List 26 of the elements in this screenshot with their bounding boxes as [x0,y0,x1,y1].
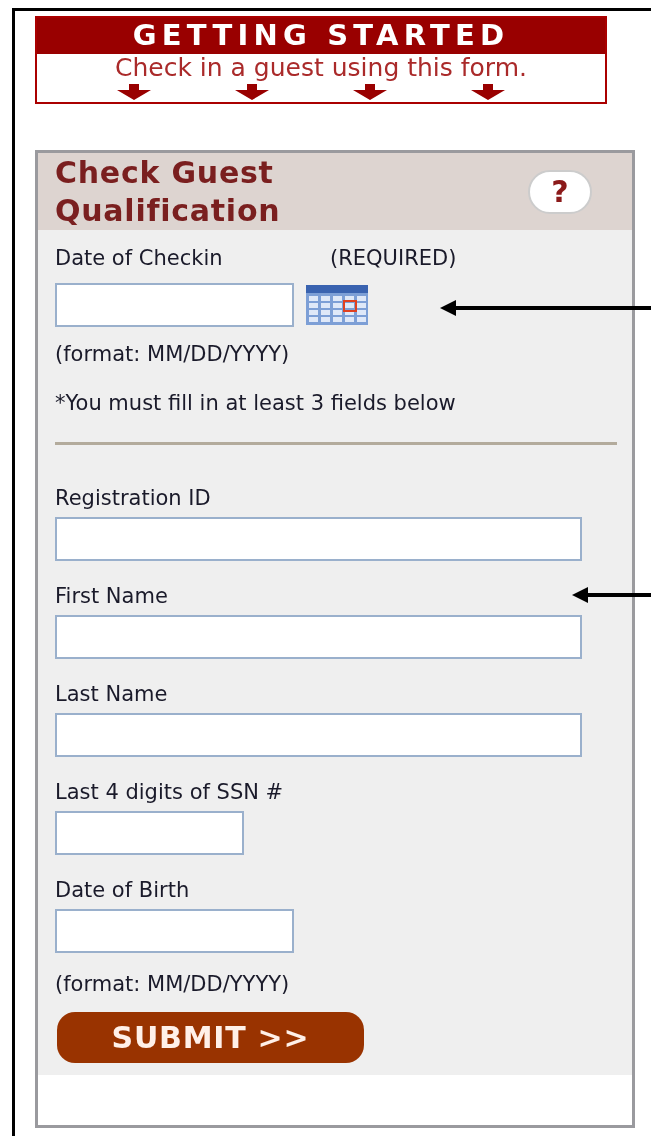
field-label: Last 4 digits of SSN # [55,779,284,803]
text-input[interactable] [55,517,582,561]
field-label: Last Name [55,681,168,705]
text-input[interactable] [55,909,294,953]
down-arrow-icon [235,84,269,100]
field-label: Date of Birth [55,877,190,901]
calendar-icon[interactable] [306,285,368,325]
text-input[interactable] [55,713,582,757]
field-label: Date of Checkin [55,245,224,273]
field-label: Registration ID [55,485,211,509]
banner-subtitle: Check in a guest using this form. [114,54,528,82]
panel-title: Check Guest Qualification [55,153,282,230]
format-hint: (format: MM/DD/YYYY) [55,341,291,365]
checkin-date-input[interactable] [55,283,294,327]
format-hint: (format: MM/DD/YYYY) [55,971,291,995]
instruction-note: *You must fill in at least 3 fields below [55,390,457,414]
submit-button[interactable]: SUBMIT >> [57,1012,364,1063]
down-arrow-icon [117,84,151,100]
down-arrow-icon [353,84,387,100]
field-label: First Name [55,583,168,607]
down-arrow-icon [471,84,505,100]
text-input[interactable] [55,811,244,855]
help-button[interactable]: ? [528,169,592,214]
text-input[interactable] [55,615,582,659]
banner-title: GETTING STARTED [37,18,605,54]
required-label: (REQUIRED) [330,245,457,273]
